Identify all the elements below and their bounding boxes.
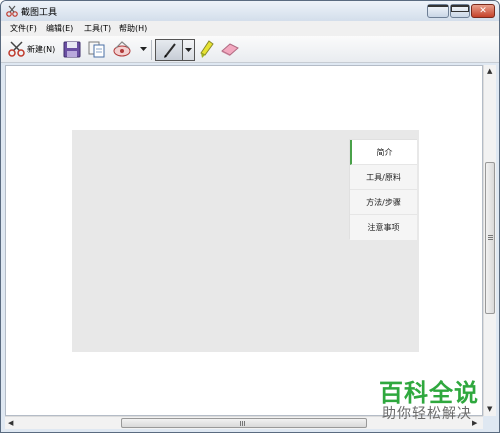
grip-icon <box>488 235 493 241</box>
nav-item-methods-steps: 方法/步骤 <box>350 190 417 215</box>
minimize-button[interactable] <box>427 4 449 18</box>
maximize-button[interactable] <box>450 4 470 18</box>
eraser-icon[interactable] <box>220 42 240 57</box>
send-dropdown-icon[interactable] <box>140 47 147 52</box>
menu-help[interactable]: 帮助(H) <box>119 23 147 34</box>
scissors-app-icon <box>6 5 18 17</box>
watermark-subtitle: 助你轻松解决 <box>382 406 472 422</box>
title-bar: 截图工具 ✕ <box>1 1 499 21</box>
vertical-scroll-thumb[interactable] <box>485 162 495 314</box>
nav-item-tools-materials: 工具/原料 <box>350 165 417 190</box>
pen-icon <box>164 43 176 58</box>
save-icon[interactable] <box>63 41 81 58</box>
scroll-down-icon[interactable]: ▼ <box>487 405 492 413</box>
minimize-icon <box>428 5 448 7</box>
grip-icon <box>240 421 246 426</box>
send-snip-icon[interactable] <box>113 40 133 58</box>
menu-bar: 文件(F) 编辑(E) 工具(T) 帮助(H) <box>1 21 499 36</box>
menu-file[interactable]: 文件(F) <box>10 23 37 34</box>
menu-tools[interactable]: 工具(T) <box>84 23 111 34</box>
pen-dropdown-button[interactable] <box>183 39 195 61</box>
scroll-up-icon[interactable]: ▲ <box>487 67 492 75</box>
horizontal-scroll-thumb[interactable] <box>121 418 367 428</box>
maximize-icon <box>451 5 469 12</box>
nav-item-notes: 注意事项 <box>350 215 417 240</box>
new-snip-button[interactable]: 新建(N) <box>4 38 58 60</box>
window-title: 截图工具 <box>21 8 58 18</box>
close-button[interactable]: ✕ <box>471 4 495 18</box>
scroll-left-icon[interactable]: ◀ <box>8 419 13 427</box>
vertical-scrollbar[interactable]: ▲ ▼ <box>483 65 496 416</box>
captured-content-nav: 简介 工具/原料 方法/步骤 注意事项 <box>349 139 417 240</box>
toolbar: 新建(N) <box>1 36 499 63</box>
copy-icon[interactable] <box>88 41 105 58</box>
menu-edit[interactable]: 编辑(E) <box>46 23 73 34</box>
pen-button[interactable] <box>155 39 183 61</box>
toolbar-separator <box>151 40 152 60</box>
scroll-right-icon[interactable]: ▶ <box>472 419 477 427</box>
chevron-down-icon <box>185 48 192 52</box>
nav-item-intro: 简介 <box>350 140 417 165</box>
new-snip-icon <box>8 41 25 57</box>
new-snip-label: 新建(N) <box>27 45 56 54</box>
close-icon: ✕ <box>479 6 487 16</box>
snipping-tool-window: 截图工具 ✕ 文件(F) 编辑(E) 工具(T) 帮助(H) 新建(N) 简介 … <box>0 0 500 433</box>
highlighter-icon[interactable] <box>199 40 215 59</box>
